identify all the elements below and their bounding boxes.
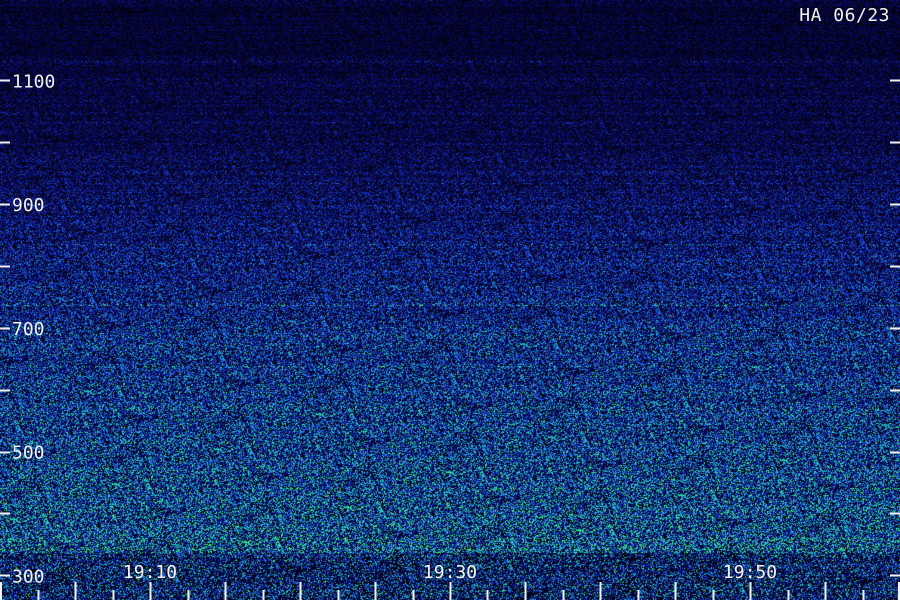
axes-overlay: 300 500 700 900 1100 19:10 19:30 19:50 <box>0 71 900 600</box>
y-axis-labels: 300 500 700 900 1100 <box>12 71 55 587</box>
y-tick-label-500: 500 <box>12 443 45 464</box>
spectrogram-plot: 300 500 700 900 1100 19:10 19:30 19:50 HA 06/2… <box>0 0 900 600</box>
x-axis-labels: 19:10 19:30 19:50 <box>123 562 777 583</box>
x-axis-ticks <box>0 582 900 600</box>
y-tick-label-1100: 1100 <box>12 71 55 92</box>
y-tick-label-700: 700 <box>12 319 45 340</box>
x-tick-label-1910: 19:10 <box>123 562 177 583</box>
station-date-stamp: HA 06/23 <box>799 5 890 26</box>
y-tick-label-900: 900 <box>12 195 45 216</box>
x-tick-label-1930: 19:30 <box>423 562 477 583</box>
x-tick-label-1950: 19:50 <box>723 562 777 583</box>
y-axis-ticks <box>0 79 900 577</box>
y-tick-label-300: 300 <box>12 566 45 587</box>
